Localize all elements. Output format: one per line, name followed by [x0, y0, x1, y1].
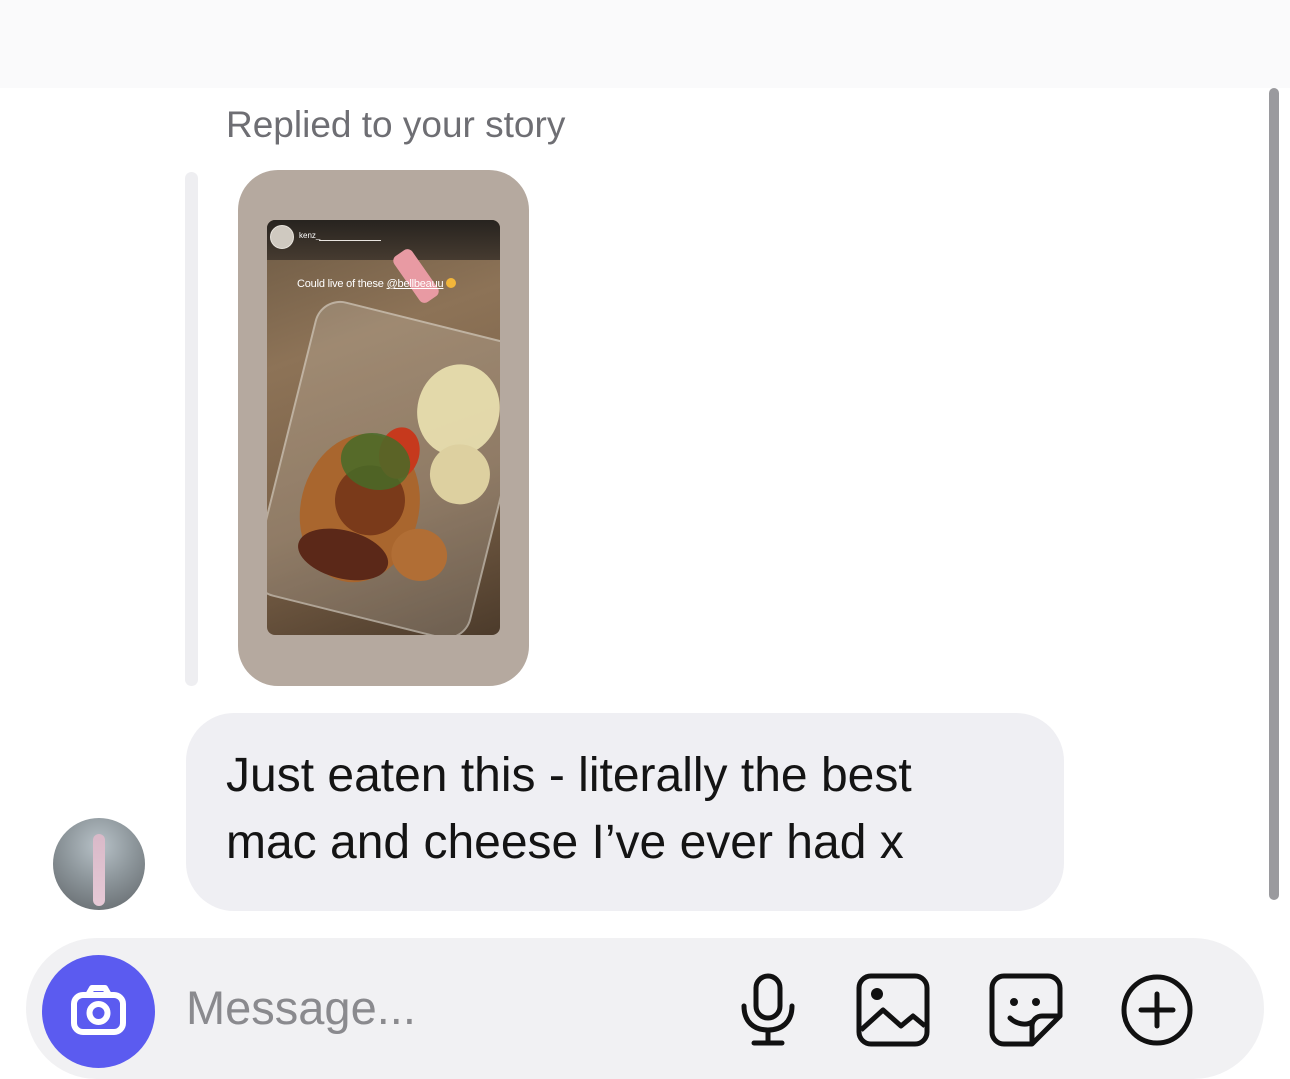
story-avatar — [270, 225, 294, 249]
story-mention: @bellbeauu — [386, 278, 444, 290]
story-caption: Could live of these @bellbeauu — [297, 278, 457, 290]
heart-eyes-emoji-icon — [446, 278, 457, 288]
microphone-icon[interactable] — [736, 972, 800, 1048]
reply-indicator-bar — [185, 172, 198, 686]
story-progress-line — [319, 240, 381, 241]
story-reply-label: Replied to your story — [226, 104, 566, 145]
story-header: kenz_ — [267, 220, 500, 260]
avatar-figure — [93, 834, 105, 906]
story-image: kenz_ Could live of these @bellbeauu — [267, 220, 500, 635]
message-bubble[interactable] — [186, 713, 1064, 911]
top-bar — [0, 0, 1290, 88]
message-line-2: mac and cheese I’ve ever had x — [226, 816, 904, 869]
camera-button[interactable] — [42, 955, 155, 1068]
food-tray — [267, 295, 500, 635]
camera-icon — [71, 985, 126, 1035]
scrollbar[interactable] — [1269, 88, 1279, 900]
message-line-1: Just eaten this - literally the best — [226, 749, 912, 802]
story-username: kenz_ — [299, 231, 321, 240]
add-icon[interactable] — [1119, 972, 1195, 1048]
message-input[interactable]: Message... — [186, 980, 416, 1035]
story-preview-card[interactable]: kenz_ Could live of these @bellbeauu — [238, 170, 529, 686]
gallery-icon[interactable] — [855, 972, 931, 1048]
sticker-icon[interactable] — [988, 972, 1064, 1048]
sender-avatar[interactable] — [53, 818, 145, 910]
